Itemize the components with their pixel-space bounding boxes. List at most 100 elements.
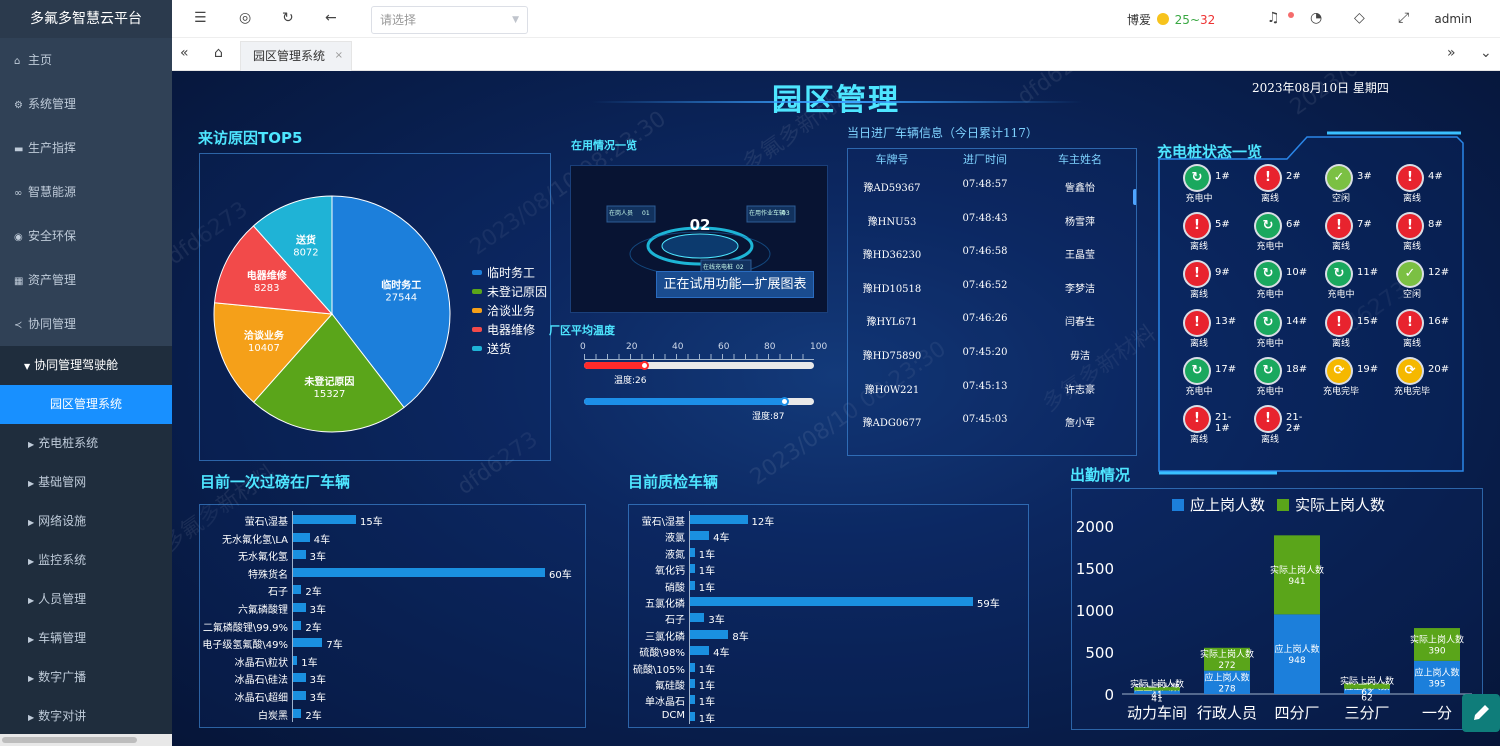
charging-pile[interactable]: ⟳ 19# 充电完毕 (1315, 358, 1385, 407)
legend-label[interactable]: 应上岗人数 (1190, 496, 1265, 514)
table-row[interactable]: 豫ADG0677 07:45:03 詹小军 (848, 414, 1136, 448)
sidebar-item-6[interactable]: ≺ 协同管理 (0, 302, 172, 346)
home-icon[interactable]: ⌂ (214, 45, 223, 61)
vehicles-scrollbar[interactable] (1133, 189, 1136, 205)
bar[interactable] (690, 597, 973, 606)
edit-button[interactable] (1462, 694, 1500, 732)
globe-icon[interactable]: ◎ (239, 10, 251, 26)
bar[interactable] (293, 673, 306, 683)
charging-pile[interactable]: ↻ 1# 充电中 (1173, 166, 1243, 214)
sidebar-subitem-4[interactable]: ▶ 人员管理 (0, 580, 172, 619)
sidebar-item-5[interactable]: ▦ 资产管理 (0, 258, 172, 302)
charging-pile[interactable]: ! 21-2# 离线 (1244, 407, 1314, 455)
sidebar-subitem-7[interactable]: ▶ 数字对讲 (0, 697, 172, 736)
sidebar-subitem-0[interactable]: ▶ 充电桩系统 (0, 424, 172, 463)
bar[interactable] (690, 515, 748, 524)
charging-pile[interactable]: ! 15# 离线 (1315, 310, 1385, 359)
tabs-more-icon[interactable]: ⌄ (1480, 45, 1492, 61)
table-row[interactable]: 豫HYL671 07:46:26 闫春生 (848, 313, 1136, 347)
bar[interactable] (293, 620, 302, 630)
bar[interactable] (293, 585, 302, 595)
sidebar-scrollbar[interactable] (0, 734, 172, 746)
charging-pile[interactable]: ! 7# 离线 (1315, 214, 1385, 262)
sidebar-subitem-1[interactable]: ▶ 基础管网 (0, 463, 172, 502)
sidebar-item-0[interactable]: ⌂ 主页 (0, 38, 172, 82)
bar[interactable] (293, 603, 306, 612)
charging-pile[interactable]: ! 8# 离线 (1386, 214, 1456, 262)
bar[interactable] (293, 515, 356, 524)
charging-pile[interactable]: ! 5# 离线 (1173, 214, 1243, 262)
bar[interactable] (293, 691, 306, 700)
bar[interactable] (690, 629, 729, 639)
charging-pile[interactable]: ↻ 18# 充电中 (1244, 358, 1314, 407)
menu-fold-icon[interactable]: ☰ (194, 10, 207, 26)
tab-park-management[interactable]: 园区管理系统 × (240, 41, 353, 71)
charging-pile[interactable]: ⟳ 20# 充电完毕 (1386, 358, 1456, 407)
charging-pile[interactable]: ! 21-1# 离线 (1173, 407, 1243, 455)
charging-pile[interactable]: ! 16# 离线 (1386, 310, 1456, 359)
bar[interactable] (690, 662, 695, 672)
bar[interactable] (690, 580, 695, 590)
tabs-scroll-right-icon[interactable]: » (1447, 45, 1456, 61)
fullscreen-icon[interactable]: ⤢ (1398, 10, 1409, 26)
charging-pile[interactable]: ✓ 12# 空闲 (1386, 262, 1456, 310)
close-icon[interactable]: × (335, 42, 343, 70)
table-row[interactable]: 豫AD59367 07:48:57 訾鑫怡 (848, 179, 1136, 213)
table-row[interactable]: 豫H0W221 07:45:13 许志豪 (848, 381, 1136, 415)
sidebar-subitem-3[interactable]: ▶ 监控系统 (0, 541, 172, 580)
bar[interactable] (690, 711, 695, 721)
legend-label[interactable]: 送货 (487, 341, 511, 356)
sidebar-item-cockpit[interactable]: ▼ 协同管理驾驶舱 (0, 346, 172, 385)
temperature-knob[interactable] (639, 361, 649, 370)
legend-label[interactable]: 临时务工 (487, 265, 535, 280)
legend-label[interactable]: 未登记原因 (487, 284, 547, 299)
table-row[interactable]: 豫HNU53 07:48:43 杨雪萍 (848, 213, 1136, 247)
tag-icon[interactable]: ◇ (1354, 10, 1365, 26)
table-row[interactable]: 豫HD10518 07:46:52 李梦洁 (848, 280, 1136, 314)
legend-label[interactable]: 电器维修 (487, 322, 535, 337)
charging-pile[interactable]: ! 2# 离线 (1244, 166, 1314, 214)
charging-pile[interactable]: ! 4# 离线 (1386, 166, 1456, 214)
bar[interactable] (690, 646, 710, 656)
sidebar-subitem-5[interactable]: ▶ 车辆管理 (0, 619, 172, 658)
charging-pile[interactable]: ↻ 6# 充电中 (1244, 214, 1314, 262)
sidebar-item-3[interactable]: ∞ 智慧能源 (0, 170, 172, 214)
trial-feature-banner[interactable]: 正在试用功能—扩展图表 (656, 271, 814, 298)
table-row[interactable]: 豫HD36230 07:46:58 王晶莹 (848, 246, 1136, 280)
legend-label[interactable]: 实际上岗人数 (1295, 496, 1385, 514)
legend-label[interactable]: 洽谈业务 (487, 303, 535, 318)
bar[interactable] (690, 695, 695, 705)
sidebar-item-park-management[interactable]: 园区管理系统 (0, 385, 172, 424)
sidebar-subitem-2[interactable]: ▶ 网络设施 (0, 502, 172, 541)
sidebar-item-2[interactable]: ▬ 生产指挥 (0, 126, 172, 170)
sidebar-subitem-6[interactable]: ▶ 数字广播 (0, 658, 172, 697)
bar[interactable] (690, 564, 695, 574)
dashboard-icon[interactable]: ◔ (1310, 10, 1322, 26)
bar[interactable] (293, 532, 310, 542)
bar[interactable] (690, 547, 695, 557)
charging-pile[interactable]: ! 9# 离线 (1173, 262, 1243, 310)
charging-pile[interactable]: ↻ 10# 充电中 (1244, 262, 1314, 310)
user-name[interactable]: admin (1434, 12, 1472, 26)
bar[interactable] (690, 531, 710, 541)
bell-icon[interactable]: ♫ (1267, 10, 1280, 26)
back-arrow-icon[interactable]: ← (325, 10, 337, 26)
select-dropdown[interactable]: 请选择 ▼ (371, 6, 528, 34)
charging-pile[interactable]: ✓ 3# 空闲 (1315, 166, 1385, 214)
bar[interactable] (293, 638, 323, 648)
charging-pile[interactable]: ↻ 11# 充电中 (1315, 262, 1385, 310)
bar[interactable] (293, 655, 298, 665)
bar[interactable] (690, 613, 705, 623)
bar[interactable] (690, 679, 695, 688)
bar[interactable] (293, 550, 306, 560)
sidebar-item-1[interactable]: ⚙ 系统管理 (0, 82, 172, 126)
charging-pile[interactable]: ! 13# 离线 (1173, 310, 1243, 359)
bar[interactable] (293, 708, 302, 718)
bar[interactable] (293, 567, 545, 577)
tabs-scroll-left-icon[interactable]: « (180, 45, 189, 61)
sidebar-item-4[interactable]: ◉ 安全环保 (0, 214, 172, 258)
refresh-icon[interactable]: ↻ (282, 10, 294, 26)
table-row[interactable]: 豫HD75890 07:45:20 毋洁 (848, 347, 1136, 381)
charging-pile[interactable]: ↻ 17# 充电中 (1173, 358, 1243, 407)
charging-pile[interactable]: ↻ 14# 充电中 (1244, 310, 1314, 359)
